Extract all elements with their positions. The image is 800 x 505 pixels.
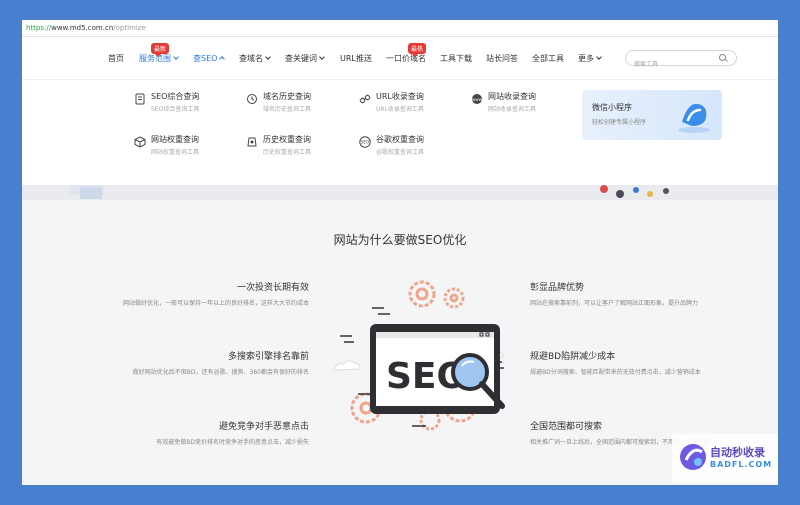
nav-services[interactable]: 最新 服务范围 [139,43,179,64]
nav-label: 站长问答 [486,54,518,63]
hero-banner-strip [22,185,778,200]
mini-program-logo-icon [678,103,710,133]
nav-keyword[interactable]: 查关键词 [285,53,325,64]
seo-dropdown-menu: SEO综合查询 SEO综合查询工具 域名历史查询 域名历史查询工具 URL收录查… [22,79,778,185]
nav-label: 查域名 [239,54,263,63]
url-path: /optimize [113,24,146,32]
nav-domain[interactable]: 查域名 [239,53,271,64]
dd-subtitle: 谷歌权重查询工具 [376,149,425,156]
chevron-down-icon [319,54,325,60]
new-badge: 最新 [151,43,170,57]
feature-right-2: 规避BD陷阱减少成本 规避BD分词搜索、智能匹配带来的无效付费点击，减少营销成本 [530,349,730,378]
mini-title: 微信小程序 [592,103,632,112]
clock-icon [246,93,258,105]
feature-left-3: 避免竞争对手恶意点击 有效避免做BD竞价排名时竞争对手的恶意点击，减少损失 [109,419,309,448]
nav-label: 查SEO [193,54,218,63]
chevron-down-icon [173,54,179,60]
nav-label: 全部工具 [532,54,564,63]
chevron-down-icon [265,54,271,60]
nav-qa[interactable]: 站长问答 [486,53,518,64]
feature-desc: 网站做好优化，一般可以保持一年以上的良好排名，这样大大节约成本 [122,300,309,307]
address-bar[interactable]: https://www.md5.com.cn/optimize [22,20,778,37]
nav-url-push[interactable]: URL推送 [340,53,372,64]
section-title: 网站为什么要做SEO优化 [333,233,467,247]
nav-tool-download[interactable]: 工具下载 [440,53,472,64]
feature-desc: 规避BD分词搜索、智能匹配带来的无效付费点击，减少营销成本 [530,369,701,376]
nav-label: 查关键词 [285,54,317,63]
tool-search [625,50,737,72]
watermark-sub: BADFL.COM [710,460,773,469]
hot-badge: 最热 [408,43,427,57]
nav-fixed-price-domain[interactable]: 最热 一口价域名 [386,43,427,64]
svg-text:www: www [472,97,483,102]
seo-illustration: SEO [333,280,505,431]
dd-subtitle: 域名历史查询工具 [263,106,312,113]
wechat-mini-program-card[interactable]: 微信小程序 轻松创建专属小程序 [582,90,722,140]
dd-subtitle: 网站收录查询工具 [488,106,537,113]
dd-subtitle: 网站权重查询工具 [151,149,200,156]
dd-subtitle: SEO综合查询工具 [151,106,200,113]
search-input[interactable] [626,57,706,72]
url-scheme: https:// [26,24,52,32]
cube-icon [134,136,146,148]
nav-label: URL推送 [340,54,372,63]
feature-title: 规避BD陷阱减少成本 [530,352,616,362]
feature-desc: 做好网站优化后不但BD，还有谷歌、搜狗、360都会有很好的排名 [132,369,309,376]
seo-circle-icon: SEO [359,136,371,148]
feature-left-1: 一次投资长期有效 网站做好优化，一般可以保持一年以上的良好排名，这样大大节约成本 [109,280,309,309]
url-host: www.md5.com.cn [51,24,114,32]
nav-label: 首页 [108,54,124,63]
feature-title: 避免竞争对手恶意点击 [218,422,309,432]
feature-left-2: 多搜索引擎排名靠前 做好网站优化后不但BD，还有谷歌、搜狗、360都会有很好的排… [109,349,309,378]
feature-title: 全国范围都可搜索 [530,422,603,432]
dd-title: SEO综合查询 [151,92,200,101]
watermark-badge: 自动秒收录 BADFL.COM [672,434,778,482]
feature-desc: 有效避免做BD竞价排名时竞争对手的恶意点击，减少损失 [156,439,309,446]
svg-text:SEO: SEO [361,140,369,145]
nav-seo[interactable]: 查SEO [193,53,226,64]
nav-all-tools[interactable]: 全部工具 [532,53,564,64]
dd-title: 网站权重查询 [151,135,199,144]
watermark-text: 自动秒收录 [710,446,765,459]
nav-label: 一口价域名 [386,54,426,63]
dd-subtitle: URL收录查询工具 [376,106,424,113]
feature-title: 一次投资长期有效 [236,283,309,293]
dd-title: URL收录查询 [376,92,424,101]
dd-title: 历史权重查询 [263,135,311,144]
feature-title: 多搜索引擎排名靠前 [227,352,309,362]
nav-label: 更多 [578,54,594,63]
document-icon [134,93,146,105]
history-weight-icon [246,136,258,148]
feature-desc: 网站在搜索靠前列，可以让客户了解网站正面形象，提升品牌力 [530,300,699,307]
link-icon [359,93,371,105]
feature-right-1: 彰显品牌优势 网站在搜索靠前列，可以让客户了解网站正面形象，提升品牌力 [530,280,730,309]
dd-subtitle: 历史权重查询工具 [263,149,312,156]
nav-label: 工具下载 [440,54,472,63]
chevron-down-icon [596,54,602,60]
watermark-logo-icon [680,444,706,470]
top-navigation: 首页 最新 服务范围 查SEO 查域名 查关键词 URL推送 最热 一口价域名 … [22,37,778,79]
chevron-up-icon [219,56,226,62]
mini-subtitle: 轻松创建专属小程序 [592,119,647,126]
nav-more[interactable]: 更多 [578,53,602,64]
dd-title: 谷歌权重查询 [376,135,424,144]
www-icon: www [471,93,483,105]
search-icon[interactable] [719,54,726,61]
browser-window: https://www.md5.com.cn/optimize 首页 最新 服务… [22,20,778,485]
dd-title: 域名历史查询 [263,92,311,101]
dd-title: 网站收录查询 [488,92,536,101]
nav-home[interactable]: 首页 [108,53,124,64]
feature-title: 彰显品牌优势 [530,283,585,293]
